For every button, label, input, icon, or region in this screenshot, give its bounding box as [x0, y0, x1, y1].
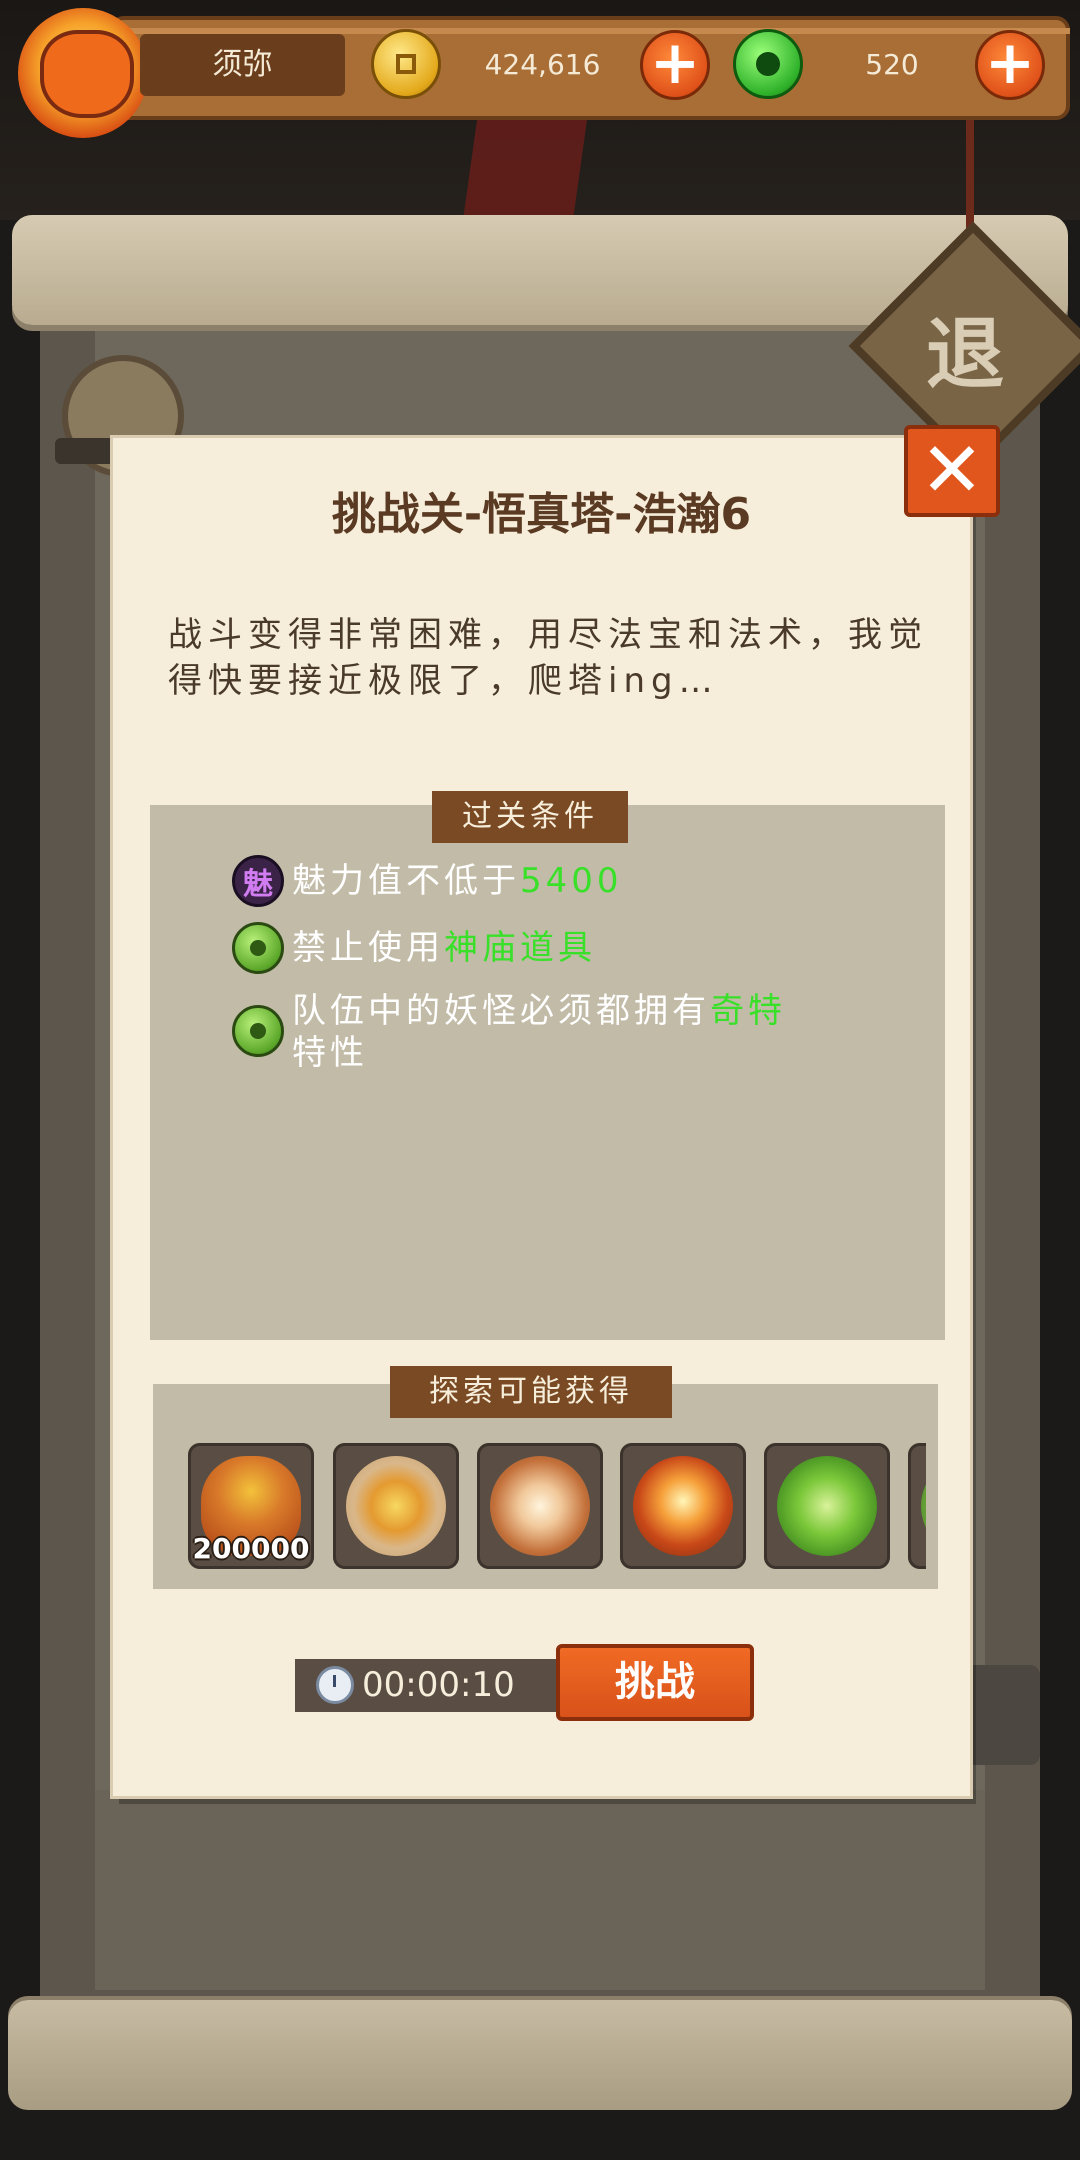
- reward-item[interactable]: 200000: [188, 1443, 314, 1569]
- condition-highlight: 5400: [520, 861, 623, 901]
- plus-icon: +: [984, 28, 1036, 98]
- add-gold-button[interactable]: +: [640, 30, 710, 100]
- dialog-title: 挑战关-悟真塔-浩瀚6: [331, 489, 752, 540]
- background-map-bottom: [95, 1790, 985, 1990]
- charm-icon: 魅: [232, 855, 284, 907]
- dialog-description: 战斗变得非常困难，用尽法宝和法术，我觉得快要接近极限了，爬塔ing…: [168, 615, 928, 701]
- condition-suffix: 特性: [292, 1033, 368, 1073]
- green-orb-icon: [921, 1456, 926, 1556]
- timer-value: 00:00:10: [362, 1665, 515, 1705]
- jade-coin-icon: [733, 29, 803, 99]
- fox-mask-avatar-icon[interactable]: [18, 8, 148, 138]
- leaf-icon: [232, 922, 284, 974]
- fire-orb-icon: [633, 1456, 733, 1556]
- swirl-orb-icon: [490, 1456, 590, 1556]
- reward-item[interactable]: [764, 1443, 890, 1569]
- jade-amount: 520: [865, 48, 919, 81]
- condition-highlight: 神庙道具: [444, 928, 596, 968]
- background-banner: [461, 110, 589, 230]
- avatar-face: [40, 30, 134, 118]
- reward-item[interactable]: [333, 1443, 459, 1569]
- retreat-label: 退: [925, 309, 1004, 400]
- stopwatch-icon: [316, 1666, 354, 1704]
- reward-quantity: 200000: [192, 1532, 310, 1565]
- gold-coin-icon: [371, 29, 441, 99]
- background-side-item: [960, 1665, 1040, 1765]
- jade-orb-icon: [777, 1456, 877, 1556]
- condition-text: 队伍中的妖怪必须都拥有: [292, 991, 710, 1031]
- scroll-roll-bottom: [8, 2000, 1072, 2110]
- compass-orb-icon: [346, 1456, 446, 1556]
- condition-charm: 魅力值不低于5400: [292, 860, 892, 902]
- conditions-header: 过关条件: [432, 791, 628, 843]
- rewards-list[interactable]: 200000: [188, 1443, 926, 1569]
- rewards-header: 探索可能获得: [390, 1366, 672, 1418]
- gold-amount: 424,616: [484, 48, 601, 81]
- leaf-icon: [232, 1005, 284, 1057]
- condition-text: 禁止使用: [292, 928, 444, 968]
- reward-item[interactable]: [908, 1443, 926, 1569]
- condition-team-trait: 队伍中的妖怪必须都拥有奇特特性: [292, 990, 812, 1074]
- reward-item[interactable]: [477, 1443, 603, 1569]
- reward-item[interactable]: [620, 1443, 746, 1569]
- challenge-button[interactable]: 挑战: [556, 1644, 754, 1721]
- plus-icon: +: [649, 28, 701, 98]
- condition-no-temple-items: 禁止使用神庙道具: [292, 927, 892, 969]
- player-name: 须弥: [140, 34, 345, 96]
- condition-highlight: 奇特: [710, 991, 786, 1031]
- condition-text: 魅力值不低于: [292, 861, 520, 901]
- add-jade-button[interactable]: +: [975, 30, 1045, 100]
